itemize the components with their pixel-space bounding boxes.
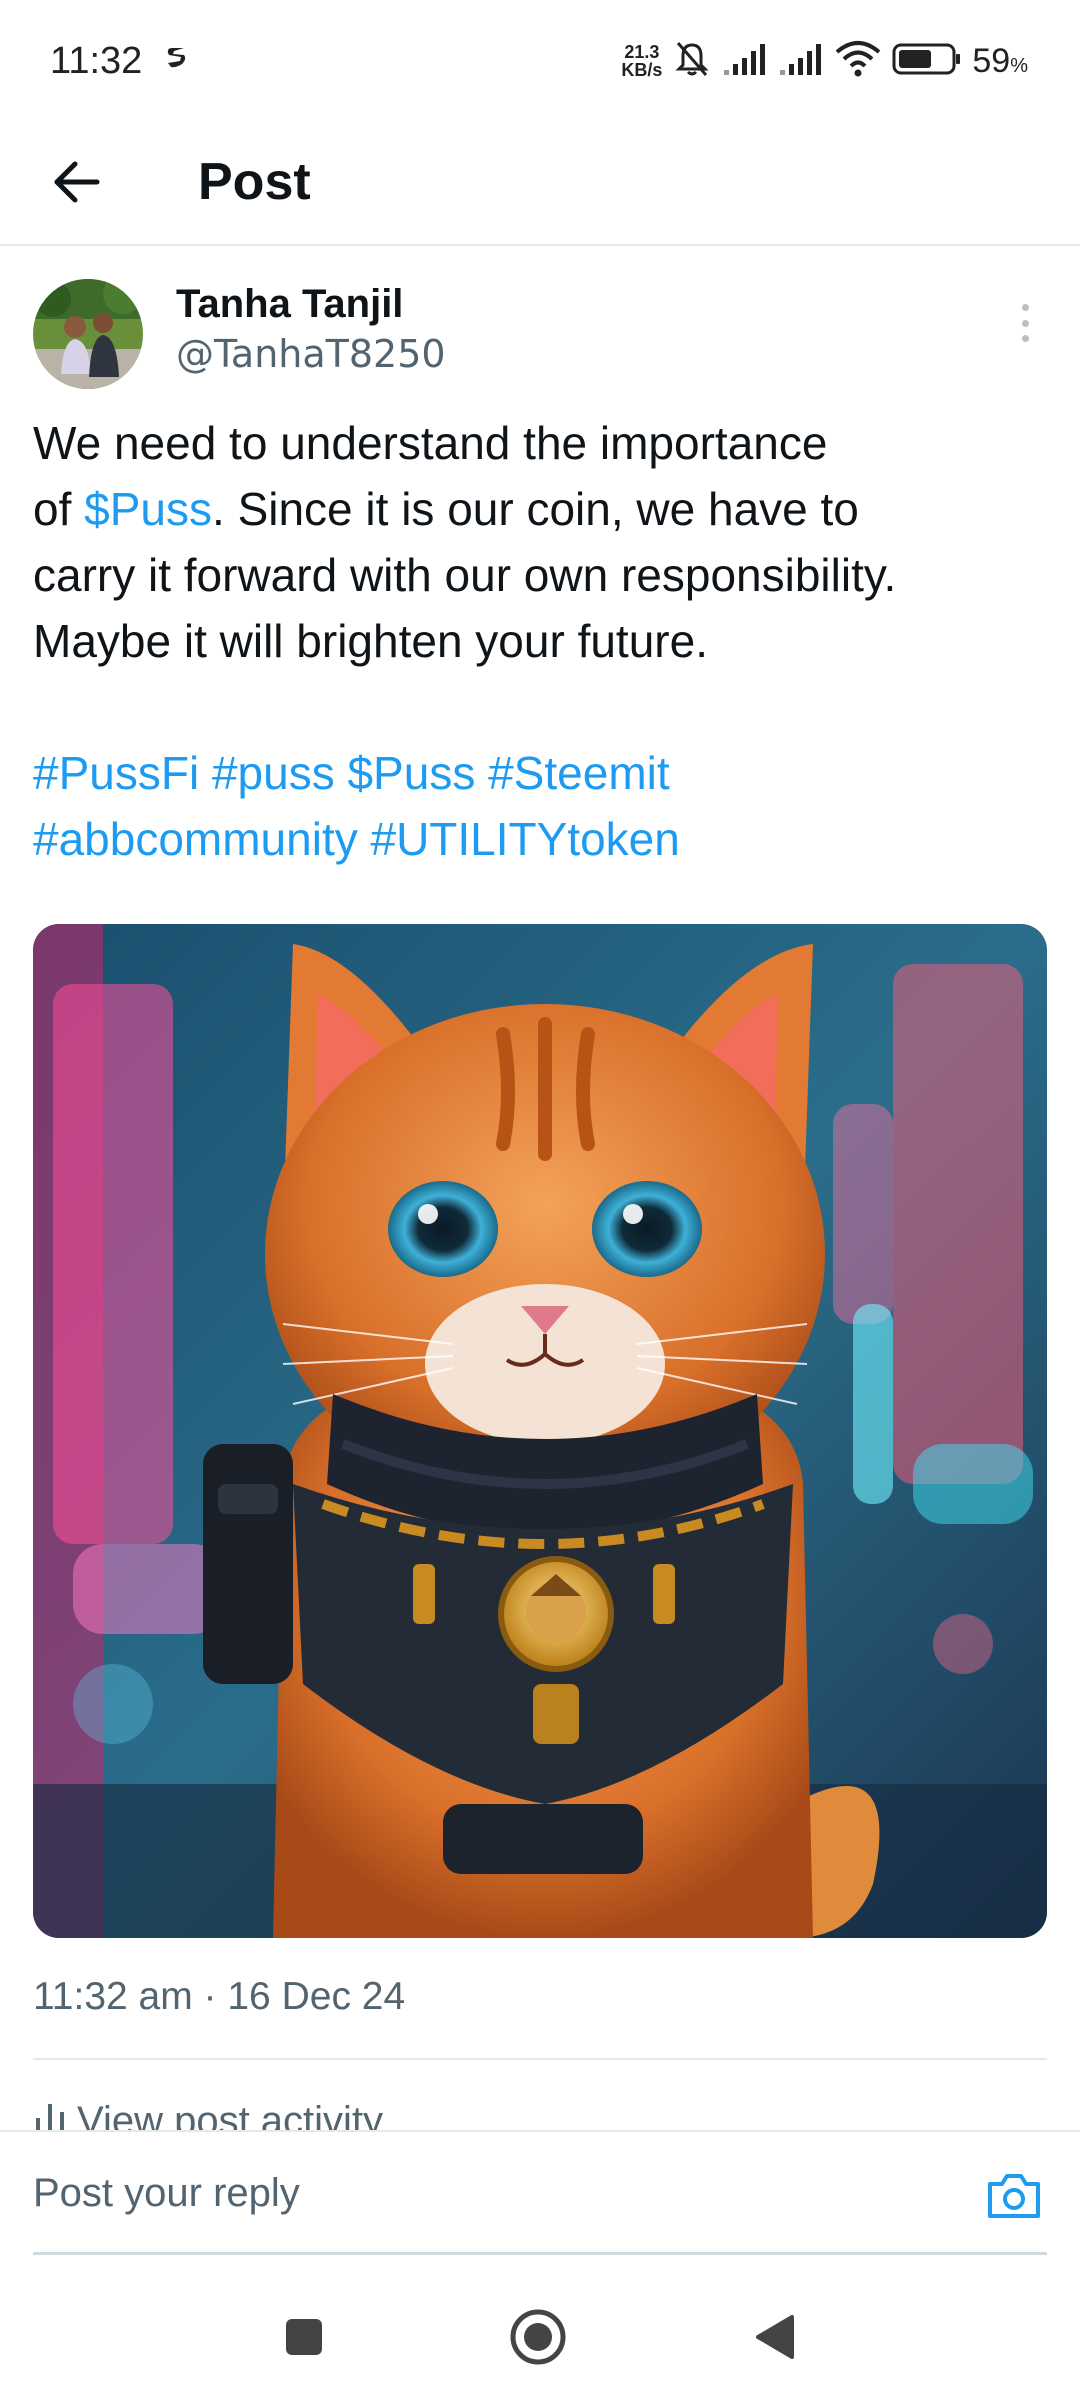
more-dot: [1021, 319, 1029, 327]
divider: [33, 2058, 1047, 2060]
reply-bar: [0, 2130, 1080, 2254]
battery-percent-symbol: %: [1010, 54, 1028, 77]
post-text-line: of $Puss. Since it is our coin, we have …: [33, 476, 1053, 542]
hashtags-line[interactable]: #PussFi #puss $Puss #Steemit: [33, 740, 1053, 806]
signal-icon: [778, 42, 824, 81]
status-icons: 21.3 KB/s 59%: [621, 36, 1028, 86]
status-bar: 11:32 21.3 KB/s 59%: [0, 0, 1080, 120]
camera-button[interactable]: [986, 2172, 1042, 2220]
net-speed: 21.3 KB/s: [621, 43, 662, 79]
post-timestamp: 11:32 am · 16 Dec 24: [33, 1975, 406, 2018]
post-text-line: We need to understand the importance: [33, 417, 828, 469]
page-title: Post: [198, 153, 311, 211]
view-post-activity-link[interactable]: View post activity: [33, 2096, 383, 2130]
arrow-left-icon: [54, 161, 100, 203]
data-saver-icon: [162, 42, 192, 77]
analytics-icon: [36, 2104, 64, 2130]
hashtags-line[interactable]: #abbcommunity #UTILITYtoken: [33, 806, 1053, 872]
net-speed-unit: KB/s: [621, 60, 663, 80]
mute-bell-icon: [672, 39, 712, 84]
cashtag-link[interactable]: $Puss: [84, 483, 212, 535]
battery-percent-value: 59: [972, 41, 1011, 80]
home-button[interactable]: [508, 2307, 568, 2367]
post-text-line: Maybe it will brighten your future.: [33, 615, 708, 667]
reply-input[interactable]: [33, 2132, 933, 2254]
post-image[interactable]: [33, 924, 1047, 1938]
square-icon: [286, 2319, 322, 2355]
triangle-back-icon: [756, 2315, 794, 2359]
net-speed-value: 21.3: [624, 42, 660, 62]
recent-apps-button[interactable]: [274, 2307, 334, 2367]
post-text: We need to understand the importance of …: [33, 410, 1053, 872]
more-options-button[interactable]: [1010, 298, 1040, 348]
more-dot: [1021, 304, 1029, 311]
signal-icon: [722, 42, 768, 81]
battery-icon: [892, 42, 962, 81]
avatar[interactable]: [33, 279, 143, 389]
wifi-icon: [834, 40, 882, 83]
author-name[interactable]: Tanha Tanjil: [176, 282, 403, 327]
camera-icon: [988, 2174, 1040, 2218]
top-app-bar: Post: [0, 120, 1080, 246]
post-text-rest: . Since it is our coin, we have to: [212, 483, 859, 535]
post-text-of: of: [33, 483, 85, 535]
circle-home-icon: [510, 2309, 566, 2365]
post-text-line: carry it forward with our own responsibi…: [33, 549, 897, 601]
view-post-activity-label: View post activity: [77, 2099, 384, 2130]
status-time: 11:32: [50, 40, 143, 82]
back-button[interactable]: [44, 150, 108, 214]
author-handle[interactable]: @TanhaT8250: [176, 332, 446, 376]
more-dot: [1021, 335, 1029, 342]
back-nav-button[interactable]: [744, 2307, 804, 2367]
battery-percent: 59%: [972, 42, 1028, 81]
system-nav-bar: [0, 2255, 1080, 2400]
